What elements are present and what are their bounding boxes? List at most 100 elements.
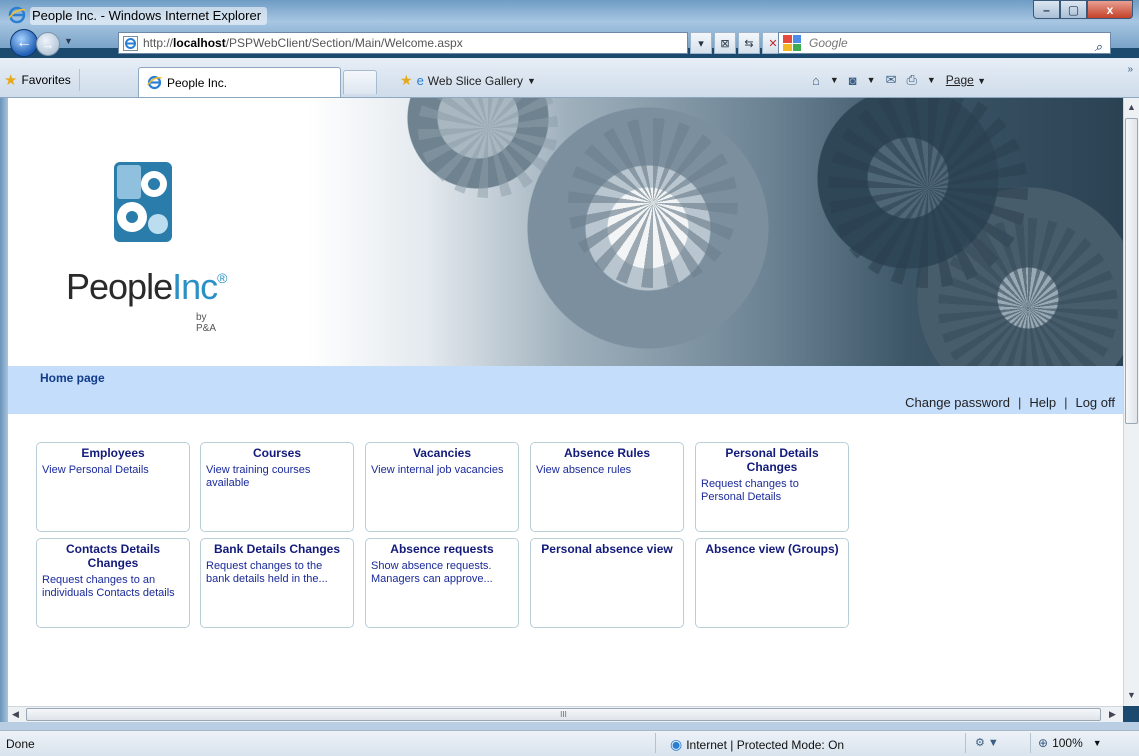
gears-logo-icon: [114, 162, 172, 242]
logo-people: People: [66, 266, 173, 307]
refresh-icon: ⇆: [744, 37, 754, 50]
page-menu[interactable]: Page ▼: [946, 73, 986, 87]
window-frame-bottom: [0, 722, 1139, 730]
card-personal-absence-view[interactable]: Personal absence view: [530, 538, 684, 628]
more-tools-icon[interactable]: »: [1127, 64, 1133, 75]
card-courses[interactable]: Courses View training courses available: [200, 442, 354, 532]
address-input[interactable]: http://localhost/PSPWebClient/Section/Ma…: [118, 32, 688, 54]
chevron-down-icon[interactable]: ▼: [927, 75, 936, 85]
new-tab-button[interactable]: [343, 70, 377, 94]
close-button[interactable]: x: [1087, 0, 1133, 19]
card-bank-details-changes[interactable]: Bank Details Changes Request changes to …: [200, 538, 354, 628]
webslice-icon: e: [416, 73, 424, 88]
card-description: View absence rules: [536, 464, 632, 476]
back-button[interactable]: ←: [10, 29, 38, 57]
status-divider: [1030, 733, 1031, 753]
url-host: localhost: [173, 36, 226, 50]
arrow-right-icon: →: [41, 36, 55, 52]
logo-wordmark: PeopleInc®: [66, 266, 228, 308]
card-absence-view-groups[interactable]: Absence view (Groups): [695, 538, 849, 628]
gear-image: [568, 118, 738, 288]
horizontal-scrollbar[interactable]: ◀ III ▶: [8, 706, 1123, 722]
search-icon[interactable]: ⌕: [1095, 39, 1102, 55]
nav-bar: Home page Change password | Help | Log o…: [8, 366, 1123, 414]
minimize-button[interactable]: –: [1033, 0, 1060, 19]
home-page-link[interactable]: Home page: [40, 371, 105, 385]
card-title: Bank Details Changes: [213, 542, 341, 556]
card-title: Employees: [81, 446, 145, 460]
chevron-down-icon[interactable]: ▼: [867, 75, 876, 85]
refresh-button[interactable]: ⇆: [738, 32, 760, 54]
mail-icon[interactable]: ✉: [886, 72, 897, 88]
card-description: Request changes to an individuals Contac…: [42, 574, 175, 599]
tab-people-inc[interactable]: People Inc.: [138, 67, 341, 97]
compatibility-view-button[interactable]: ⊠: [714, 32, 736, 54]
logo-subtitle: by P&A: [196, 312, 217, 334]
card-contacts-details-changes[interactable]: Contacts Details Changes Request changes…: [36, 538, 190, 628]
horizontal-scroll-thumb[interactable]: III: [26, 708, 1101, 721]
scroll-left-icon[interactable]: ◀: [12, 709, 19, 720]
forward-button[interactable]: →: [36, 32, 60, 56]
card-absence-requests[interactable]: Absence requests Show absence requests. …: [365, 538, 519, 628]
search-input[interactable]: Google ⌕: [778, 32, 1111, 54]
scroll-down-icon[interactable]: ▼: [1127, 690, 1136, 700]
address-dropdown-button[interactable]: ▾: [690, 32, 712, 54]
web-slice-label: Web Slice Gallery: [427, 73, 523, 88]
gear-image: [418, 98, 558, 198]
vertical-scroll-thumb[interactable]: [1125, 118, 1138, 424]
chevron-down-icon[interactable]: ▼: [830, 75, 839, 85]
chevron-down-icon: ▼: [526, 75, 536, 86]
change-password-link[interactable]: Change password: [905, 395, 1010, 410]
vertical-scrollbar[interactable]: ▲ ▼: [1123, 98, 1139, 706]
log-off-link[interactable]: Log off: [1075, 395, 1115, 410]
card-personal-details-changes[interactable]: Personal Details Changes Request changes…: [695, 442, 849, 532]
window-title: People Inc. - Windows Internet Explorer: [30, 7, 268, 25]
home-icon[interactable]: ⌂: [812, 73, 820, 88]
security-zone[interactable]: ◉ Internet | Protected Mode: On: [670, 736, 844, 753]
card-title: Personal Details Changes: [725, 446, 819, 474]
zoom-level: 100%: [1052, 736, 1083, 750]
card-title: Contacts Details Changes: [65, 542, 161, 570]
card-vacancies[interactable]: Vacancies View internal job vacancies: [365, 442, 519, 532]
web-slice-gallery-button[interactable]: ★ e Web Slice Gallery ▼: [400, 72, 536, 89]
command-bar: ⌂ ▼ ◙ ▼ ✉ ⎙ ▼ Page ▼: [812, 72, 986, 88]
window-controls: – ▢ x: [1033, 0, 1133, 20]
zoom-icon: ⊕: [1038, 736, 1049, 750]
page-menu-label: Page: [945, 73, 974, 87]
card-absence-rules[interactable]: Absence Rules View absence rules: [530, 442, 684, 532]
chevron-down-icon: ▾: [698, 37, 704, 50]
link-separator: |: [1017, 395, 1022, 410]
search-placeholder: Google: [809, 36, 848, 50]
scroll-up-icon[interactable]: ▲: [1127, 102, 1136, 112]
card-description: View training courses available: [206, 464, 311, 489]
scroll-right-icon[interactable]: ▶: [1109, 709, 1116, 720]
card-title: Absence view (Groups): [705, 542, 839, 556]
card-title: Vacancies: [412, 446, 472, 460]
grip-icon: III: [560, 710, 567, 719]
card-employees[interactable]: Employees View Personal Details: [36, 442, 190, 532]
protected-mode-icon[interactable]: ⚙ ▼: [975, 736, 999, 749]
google-icon: [783, 35, 801, 51]
history-dropdown-icon[interactable]: ▼: [64, 36, 73, 46]
print-icon[interactable]: ⎙: [906, 72, 916, 88]
page-icon: [123, 36, 138, 51]
url-path: /PSPWebClient/Section/Main/Welcome.aspx: [225, 36, 463, 50]
maximize-button[interactable]: ▢: [1060, 0, 1087, 19]
tabs-toolbar: ★ Favorites People Inc. ★ e Web Slice Ga…: [0, 58, 1139, 98]
zone-text: Internet | Protected Mode: On: [686, 737, 845, 752]
favorites-label: Favorites: [21, 73, 71, 87]
status-text: Done: [6, 737, 35, 751]
tab-label: People Inc.: [167, 75, 228, 90]
status-bar: Done ◉ Internet | Protected Mode: On ⚙ ▼…: [0, 730, 1139, 756]
chevron-down-icon: ▼: [1092, 738, 1102, 748]
address-row: ← → ▼ http://localhost/PSPWebClient/Sect…: [0, 28, 1139, 58]
ie-icon: [8, 6, 26, 24]
compatibility-icon: ⊠: [720, 37, 730, 50]
url-prefix: http://: [143, 36, 174, 50]
card-description: Show absence requests. Managers can appr…: [371, 560, 493, 585]
zoom-control[interactable]: ⊕ 100% ▼: [1038, 736, 1102, 750]
feeds-icon[interactable]: ◙: [849, 73, 857, 88]
help-link[interactable]: Help: [1029, 395, 1056, 410]
favorites-button[interactable]: ★ Favorites: [4, 69, 80, 91]
stop-icon: ✕: [768, 37, 778, 50]
